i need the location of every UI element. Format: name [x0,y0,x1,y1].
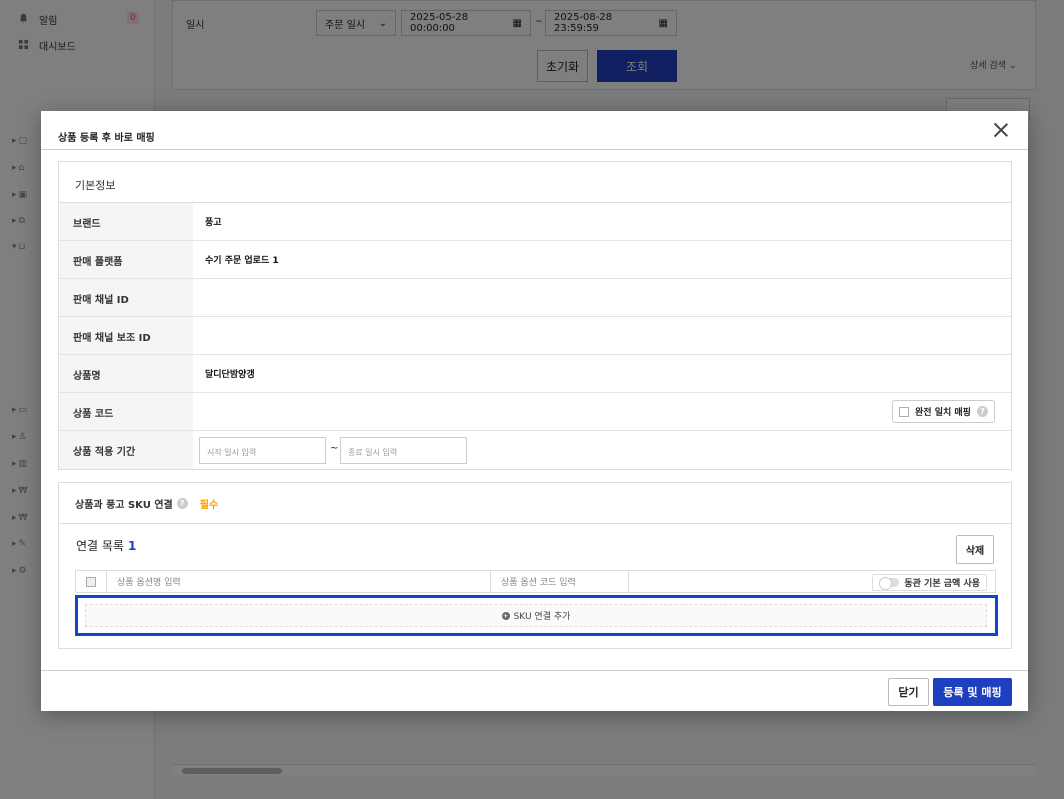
close-icon[interactable] [992,121,1010,139]
exact-match-checkbox[interactable]: 완전 일치 매핑 ? [892,400,995,423]
start-date-input[interactable]: 시작 일시 입력 [199,437,326,464]
exact-match-label: 완전 일치 매핑 [915,408,971,418]
modal-footer: 닫기 등록 및 매핑 [41,670,1028,711]
option-code-input[interactable]: 상품 옵션 코드 입력 [490,570,628,593]
row-label: 브랜드 [59,203,193,240]
info-row-product-code: 상품 코드 완전 일치 매핑 ? [59,393,1011,431]
info-row-channel-sub-id: 판매 채널 보조 ID [59,317,1011,355]
info-row-period: 상품 적용 기간 시작 일시 입력 ~ 종료 일시 입력 [59,431,1011,469]
link-list-header: 연결 목록 1 [76,537,136,554]
sku-link-section: 상품과 풍고 SKU 연결 ? 필수 연결 목록 1 삭제 상품 옵션명 입력 상… [58,482,1012,649]
section-title: 상품과 풍고 SKU 연결 [75,499,173,511]
info-row-product-name: 상품명 달디단밤양갱 [59,355,1011,393]
section-title: 기본정보 [59,162,1011,203]
row-value [193,279,205,316]
register-mapping-modal: 상품 등록 후 바로 매핑 기본정보 브랜드 풍고 판매 플랫폼 수기 주문 업… [41,111,1028,711]
row-value: 수기 주문 업로드 1 [205,256,279,266]
link-table-header: 상품 옵션명 입력 상품 옵션 코드 입력 동관 기본 금액 사용 [75,570,996,593]
end-date-input[interactable]: 종료 일시 입력 [340,437,467,464]
modal-header: 상품 등록 후 바로 매핑 [41,111,1028,150]
row-label: 판매 채널 ID [59,279,193,316]
plus-icon: + [501,611,510,620]
option-name-input[interactable]: 상품 옵션명 입력 [106,570,490,593]
date-range-tilde: ~ [330,443,339,454]
link-count: 1 [127,539,137,553]
add-sku-button[interactable]: + SKU 연결 추가 [85,604,987,627]
info-row-platform: 판매 플랫폼 수기 주문 업로드 1 [59,241,1011,279]
modal-title: 상품 등록 후 바로 매핑 [58,133,155,144]
required-badge: 필수 [199,499,219,511]
row-label: 판매 플랫폼 [59,241,193,278]
row-value [193,317,205,354]
toggle-switch[interactable] [879,577,900,590]
sku-section-header: 상품과 풍고 SKU 연결 ? 필수 [59,483,1011,524]
help-icon[interactable]: ? [976,406,988,417]
row-label: 상품 코드 [59,393,193,430]
row-value: 풍고 [205,218,222,228]
link-list-label: 연결 목록 [76,539,124,553]
basic-info-section: 기본정보 브랜드 풍고 판매 플랫폼 수기 주문 업로드 1 판매 채널 ID … [58,161,1012,470]
checkbox-box[interactable] [899,406,909,417]
toggle-label: 동관 기본 금액 사용 [904,579,980,589]
default-price-toggle[interactable]: 동관 기본 금액 사용 [872,574,987,591]
delete-button[interactable]: 삭제 [956,535,994,564]
info-row-brand: 브랜드 풍고 [59,203,1011,241]
add-sku-label: SKU 연결 추가 [513,612,571,622]
register-and-map-button[interactable]: 등록 및 매핑 [933,678,1012,706]
row-value: 달디단밤양갱 [205,370,255,380]
row-value [193,393,205,430]
row-label: 상품 적용 기간 [59,431,193,469]
select-all-checkbox[interactable] [86,576,96,587]
close-button[interactable]: 닫기 [888,678,929,706]
help-icon[interactable]: ? [176,497,188,509]
row-label: 판매 채널 보조 ID [59,317,193,354]
select-all-cell [76,576,106,587]
add-sku-highlight: + SKU 연결 추가 [75,595,998,636]
row-label: 상품명 [59,355,193,392]
info-row-channel-id: 판매 채널 ID [59,279,1011,317]
